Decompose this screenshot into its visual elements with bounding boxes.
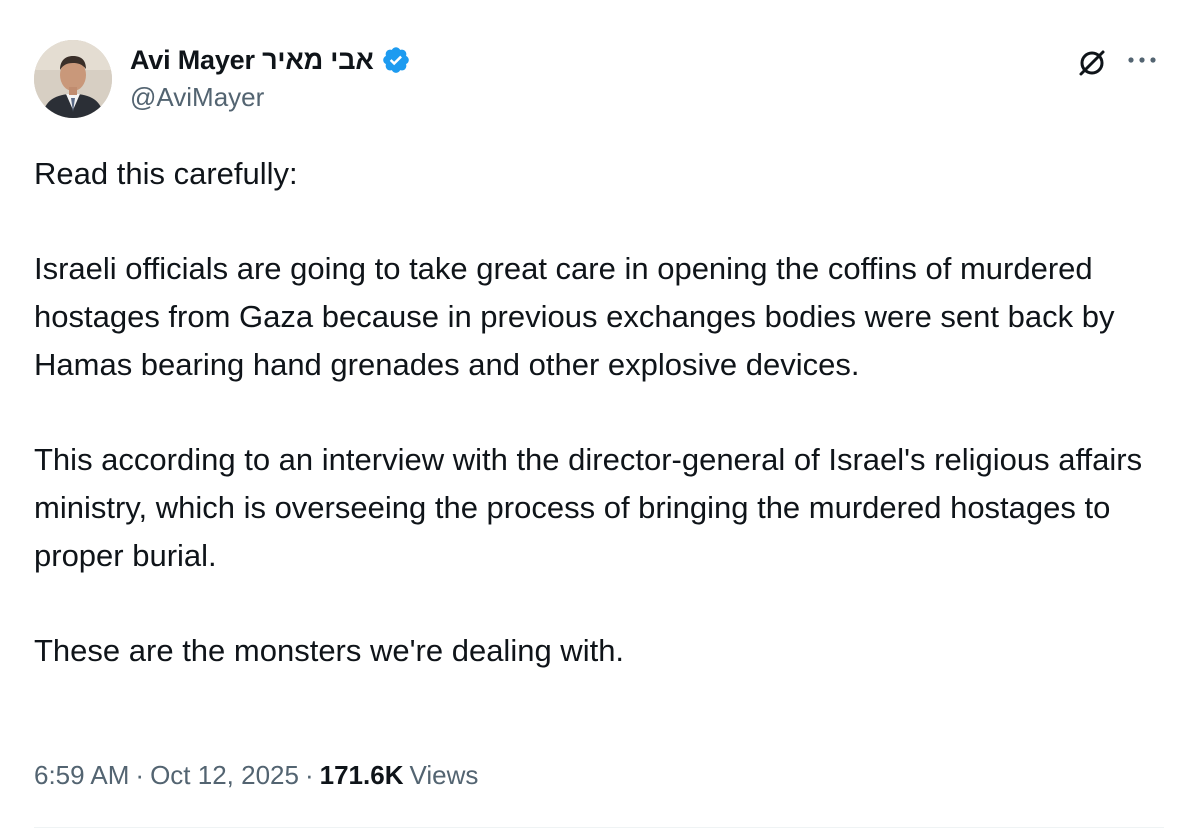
meta-separator: · xyxy=(304,759,314,790)
author-handle[interactable]: @AviMayer xyxy=(130,82,264,113)
grok-icon[interactable] xyxy=(1074,45,1110,81)
tweet-date[interactable]: Oct 12, 2025 xyxy=(150,760,299,791)
verified-badge-icon[interactable] xyxy=(381,45,411,75)
tweet-paragraph: Israeli officials are going to take grea… xyxy=(34,251,1115,382)
views-label[interactable]: Views xyxy=(409,760,478,791)
meta-separator: · xyxy=(135,759,145,790)
tweet-paragraph: These are the monsters we're dealing wit… xyxy=(34,632,625,668)
tweet-card: Avi Mayer אבי מאיר @AviMayer Read this c… xyxy=(0,0,1200,831)
more-options-icon[interactable] xyxy=(1122,44,1162,76)
avatar[interactable] xyxy=(34,40,112,118)
author-display-name[interactable]: Avi Mayer אבי מאיר xyxy=(130,45,374,76)
divider xyxy=(34,827,1164,828)
tweet-text: Read this carefully: Israeli officials a… xyxy=(34,150,1164,675)
tweet-time[interactable]: 6:59 AM xyxy=(34,760,129,791)
views-count[interactable]: 171.6K xyxy=(320,760,404,791)
tweet-paragraph: Read this carefully: xyxy=(34,156,298,191)
author-name-row[interactable]: Avi Mayer אבי מאיר xyxy=(130,40,411,80)
tweet-paragraph: This according to an interview with the … xyxy=(34,442,1143,573)
tweet-metadata: 6:59 AM · Oct 12, 2025 · 171.6K Views xyxy=(34,755,478,795)
